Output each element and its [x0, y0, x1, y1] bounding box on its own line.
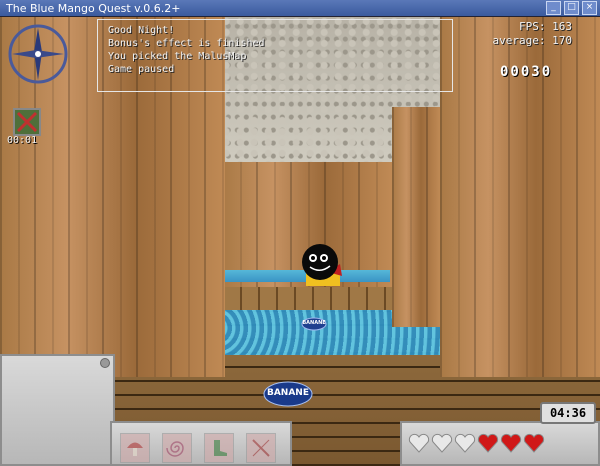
boot-icon — [214, 440, 227, 456]
close-button[interactable]: × — [582, 1, 597, 15]
enemy-character — [302, 244, 342, 286]
map-malus-icon — [13, 108, 41, 136]
level-timer-box: 04:36 — [540, 402, 596, 424]
banana-label: BANANE — [266, 388, 309, 398]
mushroom-icon — [127, 442, 143, 456]
crossed-icon — [252, 439, 270, 457]
message-panel: Good Night! Bonus's effect is finished Y… — [97, 19, 453, 92]
banana-bonus: BANANE — [301, 317, 327, 331]
heart-full-icon — [477, 433, 499, 453]
wooden-bridge — [222, 287, 420, 311]
window-titlebar: The Blue Mango Quest v.0.6.2+ _ □ × — [0, 0, 600, 17]
inventory-slot[interactable] — [120, 433, 150, 463]
heart-empty-icon — [431, 433, 453, 453]
compass-icon — [8, 24, 68, 84]
heart-full-icon — [523, 433, 545, 453]
rivet — [100, 358, 110, 368]
heart-empty-icon — [454, 433, 476, 453]
level-timer: 04:36 — [549, 406, 587, 420]
score-counter: 00030 — [500, 64, 553, 80]
game-viewport[interactable]: BANANE BANANE Good Night! Bonus's effect… — [0, 17, 600, 466]
fps-value: 163 — [552, 20, 572, 33]
average-value: 170 — [552, 34, 572, 47]
spiral-icon — [166, 441, 184, 457]
banana-label-small: BANANE — [302, 320, 326, 326]
banana-bonus: BANANE — [263, 380, 313, 408]
heart-full-icon — [500, 433, 522, 453]
message-line: Good Night! — [108, 25, 175, 36]
inventory-slot[interactable] — [162, 433, 192, 463]
lives-panel — [400, 421, 600, 466]
average-row: average: 170 — [492, 34, 572, 48]
minimize-button[interactable]: _ — [546, 1, 561, 15]
right-mid-wall — [392, 107, 440, 327]
message-line: You picked the MalusMap — [108, 51, 247, 62]
left-metal-panel — [0, 354, 115, 466]
map-timer: 00:01 — [7, 135, 38, 146]
window-title: The Blue Mango Quest v.0.6.2+ — [6, 1, 181, 15]
inventory-slot[interactable] — [204, 433, 234, 463]
fps-label: FPS: — [519, 20, 546, 33]
fps-row: FPS: 163 — [492, 20, 572, 34]
message-line: Bonus's effect is finished — [108, 38, 265, 49]
average-label: average: — [492, 34, 546, 47]
message-line: Game paused — [108, 64, 175, 75]
hearts-row — [408, 432, 545, 454]
inventory-panel — [110, 421, 292, 466]
inventory-slot[interactable] — [246, 433, 276, 463]
fps-display: FPS: 163 average: 170 — [492, 20, 572, 48]
heart-empty-icon — [408, 433, 430, 453]
maximize-button[interactable]: □ — [564, 1, 579, 15]
